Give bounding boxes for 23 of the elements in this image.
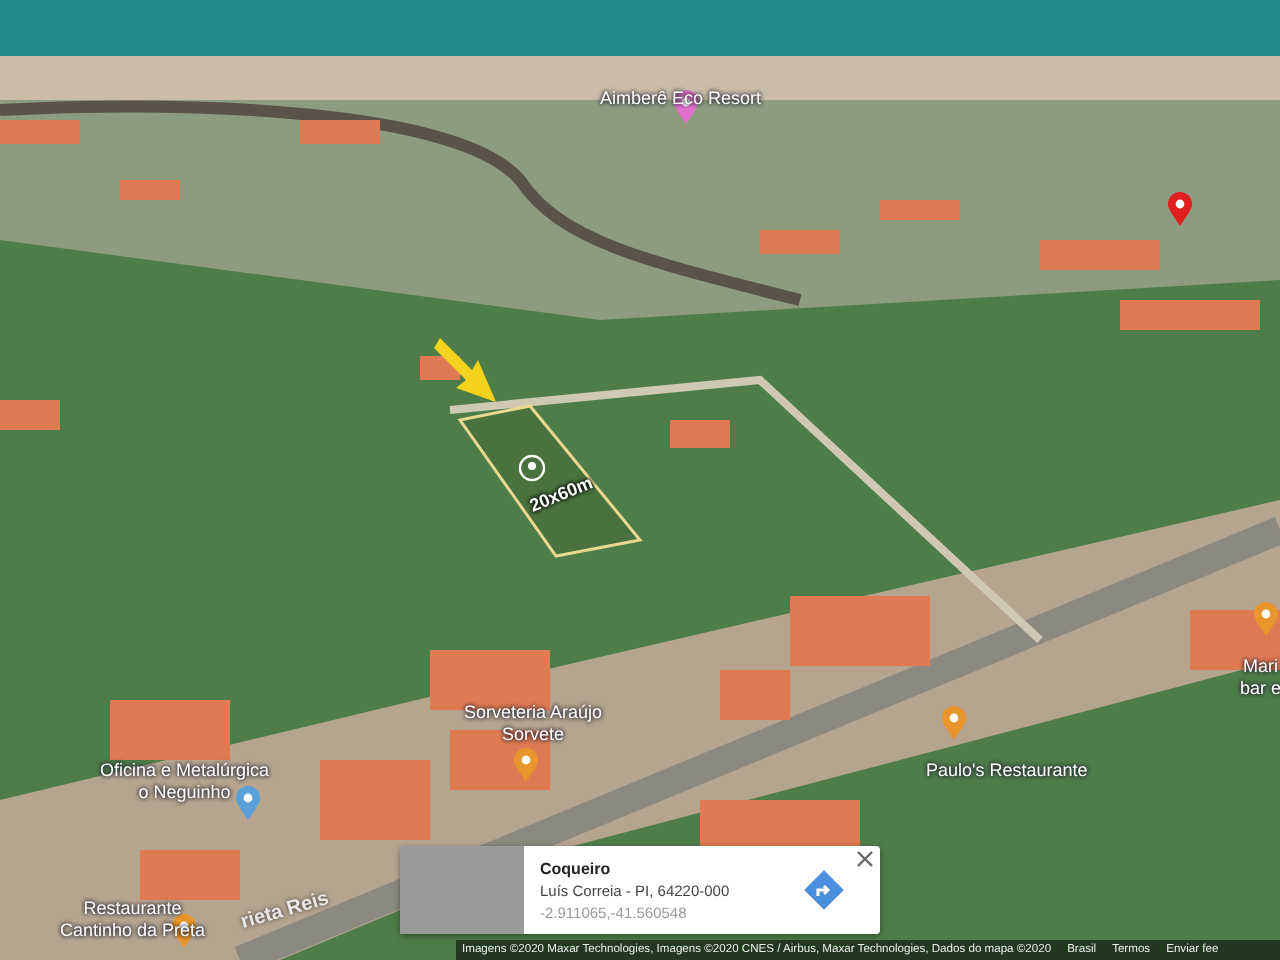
house-roof — [0, 120, 80, 144]
house-roof — [720, 670, 790, 720]
house-roof — [320, 760, 430, 840]
house-roof — [300, 120, 380, 144]
place-label[interactable]: Paulo's Restaurante — [926, 760, 1088, 782]
house-roof — [790, 596, 930, 666]
house-roof — [1120, 300, 1260, 330]
place-title: Coqueiro — [540, 859, 613, 877]
street-name: rieta Reis — [238, 888, 332, 934]
house-roof — [110, 700, 230, 760]
arrow-icon — [432, 334, 500, 406]
house-roof — [760, 230, 840, 254]
place-label[interactable]: Sorveteria Araújo Sorvete — [464, 702, 603, 746]
close-icon[interactable] — [856, 850, 874, 868]
house-roof — [880, 200, 960, 220]
house-roof — [0, 400, 60, 430]
house-roof — [1040, 240, 1160, 270]
house-roof — [120, 180, 180, 200]
location-pin-icon — [518, 454, 546, 482]
photo-placeholder — [400, 846, 524, 934]
house-roof — [140, 850, 240, 900]
house-roof — [670, 420, 730, 448]
house-roof — [1190, 610, 1280, 670]
